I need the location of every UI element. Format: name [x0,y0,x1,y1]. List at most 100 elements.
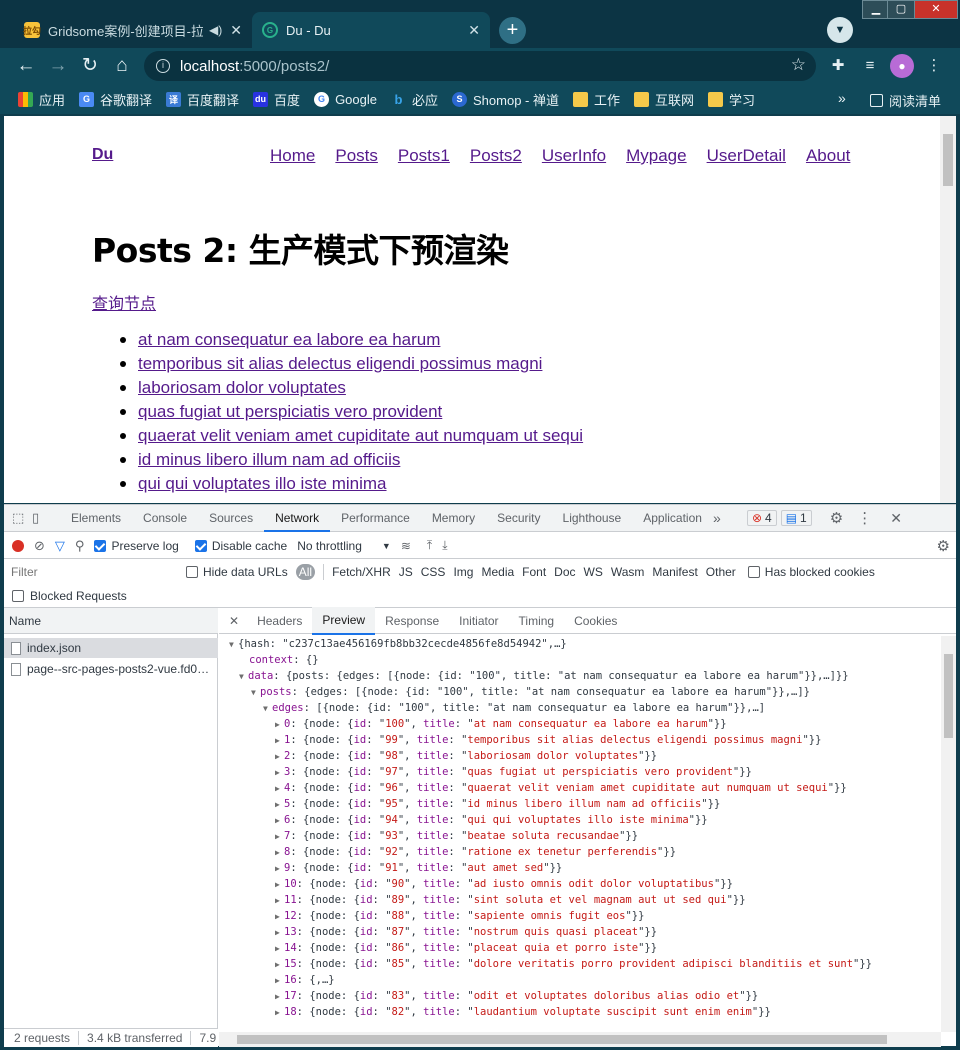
post-link[interactable]: id minus libero illum nam ad officiis [138,448,400,472]
bookmark-folder-internet[interactable]: 互联网 [634,90,694,109]
hide-data-urls-checkbox[interactable]: Hide data URLs [186,565,288,579]
tab-lighthouse[interactable]: Lighthouse [552,505,633,532]
edge-item-row[interactable]: ▶ 16: {,…} [219,972,939,988]
address-bar[interactable]: i localhost:5000/posts2/ ☆ [144,51,816,81]
filter-css[interactable]: CSS [421,565,446,579]
bookmark-apps[interactable]: 应用 [18,90,65,109]
network-conditions-icon[interactable]: ≋ [401,539,411,553]
error-badge[interactable]: ⊗ 4 [746,510,777,526]
nav-userinfo[interactable]: UserInfo [542,146,606,166]
request-row[interactable]: index.json [4,638,218,658]
edge-item-row[interactable]: ▶ 10: {node: {id: "90", title: "ad iusto … [219,876,939,892]
speaker-icon[interactable]: ◀) [209,23,222,37]
nav-posts2[interactable]: Posts2 [470,146,522,166]
tab-elements[interactable]: Elements [60,505,132,532]
edge-item-row[interactable]: ▶ 4: {node: {id: "96", title: "quaerat ve… [219,780,939,796]
post-link[interactable]: qui qui voluptates illo iste minima [138,472,387,496]
device-toolbar-icon[interactable]: ▯ [32,510,60,526]
edge-item-row[interactable]: ▶ 8: {node: {id: "92", title: "ratione ex… [219,844,939,860]
preserve-log-checkbox[interactable]: Preserve log [94,539,179,553]
settings-gear-icon[interactable]: ⚙ [830,509,843,527]
nav-posts[interactable]: Posts [335,146,378,166]
edge-item-row[interactable]: ▶ 11: {node: {id: "89", title: "sint solu… [219,892,939,908]
filter-wasm[interactable]: Wasm [611,565,645,579]
tree-node-edges[interactable]: ▼ edges: [{node: {id: "100", title: "at n… [219,700,939,716]
post-link[interactable]: quas fugiat ut perspiciatis vero provide… [138,400,442,424]
filter-manifest[interactable]: Manifest [652,565,697,579]
menu-dots-icon[interactable]: ⋮ [857,509,872,527]
filter-media[interactable]: Media [481,565,514,579]
close-window-button[interactable]: ✕ [914,0,958,19]
filter-fetch-xhr[interactable]: Fetch/XHR [332,565,391,579]
tree-node-data[interactable]: ▼ data: {posts: {edges: [{node: {id: "100… [219,668,939,684]
minimize-button[interactable]: ▁ [862,0,890,19]
site-logo[interactable]: Du [92,146,113,164]
media-control-icon[interactable]: ≡ [858,54,882,78]
filter-icon[interactable]: ▽ [55,538,65,554]
request-row[interactable]: page--src-pages-posts2-vue.fd0… [4,659,218,679]
tree-node-posts[interactable]: ▼ posts: {edges: [{node: {id: "100", titl… [219,684,939,700]
close-icon[interactable]: ✕ [468,22,480,39]
extensions-icon[interactable]: ✚ [826,54,850,78]
post-link[interactable]: at nam consequatur ea labore ea harum [138,328,440,352]
tab-headers[interactable]: Headers [247,608,312,634]
edge-item-row[interactable]: ▶ 0: {node: {id: "100", title: "at nam co… [219,716,939,732]
edge-item-row[interactable]: ▶ 12: {node: {id: "88", title: "sapiente … [219,908,939,924]
scrollbar-thumb[interactable] [237,1035,887,1044]
bookmark-folder-study[interactable]: 学习 [708,90,755,109]
post-link[interactable]: laboriosam dolor voluptates [138,376,346,400]
bookmark-google-translate[interactable]: G 谷歌翻译 [79,90,152,109]
edge-item-row[interactable]: ▶ 9: {node: {id: "91", title: "aut amet s… [219,860,939,876]
nav-userdetail[interactable]: UserDetail [707,146,786,166]
network-settings-gear-icon[interactable]: ⚙ [937,537,950,555]
close-icon[interactable]: ✕ [230,22,242,39]
tab-sources[interactable]: Sources [198,505,264,532]
reading-list-button[interactable]: 阅读清单 [870,91,941,110]
preview-horizontal-scrollbar[interactable] [219,1032,941,1047]
edge-item-row[interactable]: ▶ 18: {node: {id: "82", title: "laudantiu… [219,1004,939,1020]
tab-timing[interactable]: Timing [509,608,565,634]
info-icon[interactable]: i [156,59,170,73]
tab-gridsome[interactable]: 拉勾 Gridsome案例-创建项目-拉 ◀) ✕ [14,12,252,48]
forward-arrow-icon[interactable]: → [44,52,72,80]
back-arrow-icon[interactable]: ← [12,52,40,80]
tab-network[interactable]: Network [264,505,331,532]
new-tab-button[interactable]: + [499,17,526,44]
filter-font[interactable]: Font [522,565,546,579]
close-devtools-icon[interactable]: ✕ [890,510,902,527]
tab-response[interactable]: Response [375,608,449,634]
inspect-element-icon[interactable]: ⬚ [12,510,32,526]
tab-initiator[interactable]: Initiator [449,608,508,634]
filter-js[interactable]: JS [399,565,413,579]
reload-icon[interactable]: ↻ [76,52,104,80]
bookmark-baidu-translate[interactable]: 译百度翻译 [166,90,239,109]
filter-img[interactable]: Img [453,565,473,579]
tab-search-icon[interactable]: ▼ [827,17,853,43]
edge-item-row[interactable]: ▶ 2: {node: {id: "98", title: "laboriosam… [219,748,939,764]
throttling-select[interactable]: No throttling ▼ [297,539,391,553]
more-bookmarks-icon[interactable]: » [838,90,846,106]
query-nodes-link[interactable]: 查询节点 [92,290,156,314]
bookmark-bing[interactable]: b 必应 [391,90,439,109]
message-badge[interactable]: ▤ 1 [780,510,812,526]
search-icon[interactable]: ⚲ [75,538,85,554]
tab-memory[interactable]: Memory [421,505,486,532]
nav-posts1[interactable]: Posts1 [398,146,450,166]
clear-icon[interactable]: ⊘ [34,538,45,554]
home-icon[interactable]: ⌂ [108,52,136,80]
tab-console[interactable]: Console [132,505,198,532]
tab-preview[interactable]: Preview [312,606,376,635]
edge-item-row[interactable]: ▶ 7: {node: {id: "93", title: "beatae sol… [219,828,939,844]
post-link[interactable]: quaerat velit veniam amet cupiditate aut… [138,424,583,448]
nav-about[interactable]: About [806,146,850,166]
more-tabs-icon[interactable]: » [713,510,743,526]
name-column-header[interactable]: Name [4,608,218,634]
filter-doc[interactable]: Doc [554,565,575,579]
menu-dots-icon[interactable]: ⋮ [922,54,946,78]
edge-item-row[interactable]: ▶ 1: {node: {id: "99", title: "temporibus… [219,732,939,748]
avatar[interactable]: ● [890,54,914,78]
tab-security[interactable]: Security [486,505,551,532]
upload-icon[interactable]: ⤒ [427,538,432,553]
scrollbar-thumb[interactable] [943,134,953,186]
download-icon[interactable]: ⤓ [442,538,447,553]
